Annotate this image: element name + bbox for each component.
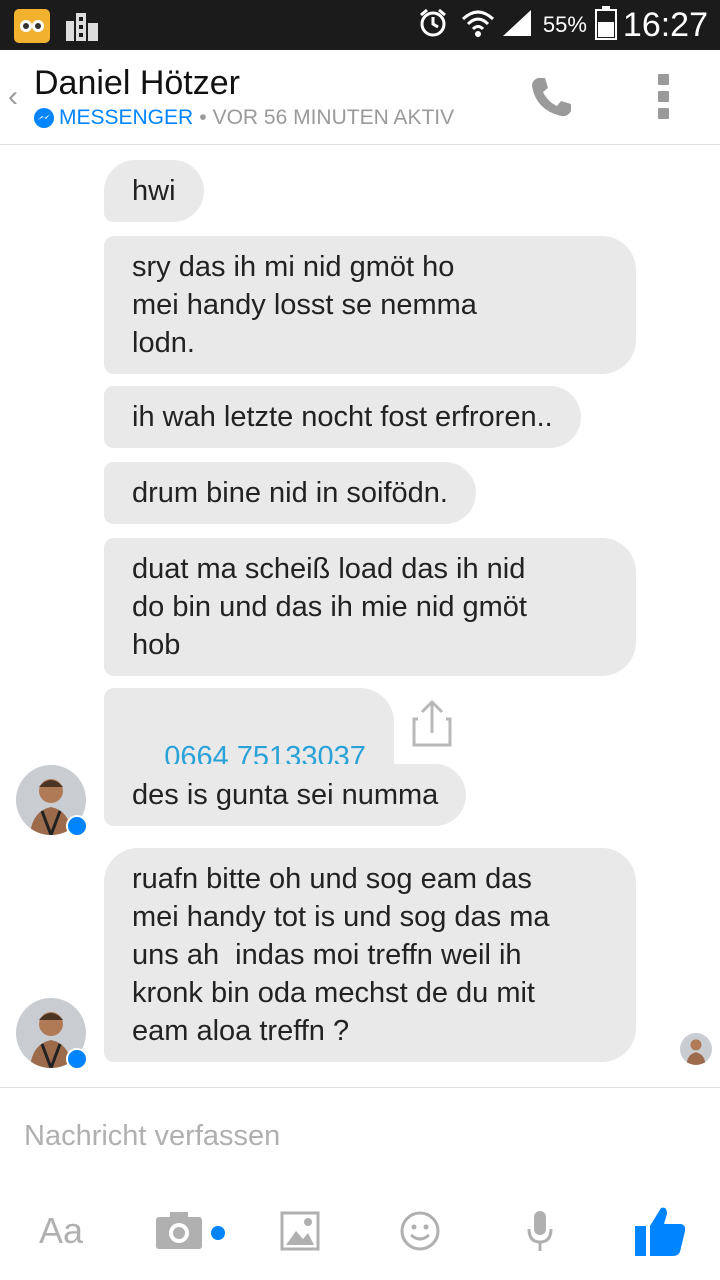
battery-percent: 55%: [542, 12, 587, 37]
status-bar: 55% 16:27: [0, 0, 720, 50]
clock-time: 16:27: [622, 5, 708, 44]
like-icon[interactable]: [630, 1196, 690, 1266]
messenger-badge-icon: [66, 1048, 88, 1070]
message-bubble[interactable]: hwi: [104, 160, 204, 222]
activity-status: VOR 56 MINUTEN AKTIV: [212, 106, 455, 129]
microphone-icon[interactable]: [520, 1196, 560, 1266]
subtitle-separator: •: [199, 106, 207, 129]
messenger-label: MESSENGER: [59, 106, 194, 129]
battery-icon: [594, 5, 617, 45]
conversation-header: ‹ Daniel Hötzer MESSENGER • VOR 56 MINUT…: [0, 50, 720, 145]
message-bubble[interactable]: drum bine nid in soifödn.: [104, 462, 476, 524]
message-bubble[interactable]: duat ma scheiß load das ih nid do bin un…: [104, 538, 636, 676]
share-icon[interactable]: [410, 699, 454, 749]
messenger-badge-icon: [66, 815, 88, 837]
more-vert-icon[interactable]: [656, 74, 670, 122]
back-chevron-icon[interactable]: ‹: [8, 80, 18, 114]
message-bubble[interactable]: ih wah letzte nocht fost erfroren..: [104, 386, 581, 448]
app-notification-icon: [14, 9, 50, 43]
alarm-icon: [417, 7, 449, 44]
message-input[interactable]: Nachricht verfassen: [24, 1120, 280, 1153]
camera-icon[interactable]: [154, 1196, 230, 1266]
contact-name[interactable]: Daniel Hötzer: [34, 64, 240, 103]
emoji-icon[interactable]: [398, 1196, 442, 1266]
message-bubble[interactable]: des is gunta sei numma: [104, 764, 467, 826]
read-receipt-avatar: [680, 1033, 712, 1065]
signal-icon: [501, 8, 533, 43]
building-icon: [64, 9, 100, 43]
message-list: hwi sry das ih mi nid gmöt ho mei handy …: [0, 145, 720, 1087]
image-icon[interactable]: [278, 1196, 322, 1266]
messenger-icon: [34, 108, 54, 128]
wifi-icon: [461, 7, 495, 44]
composer-divider: [0, 1087, 720, 1088]
contact-subtitle: MESSENGER • VOR 56 MINUTEN AKTIV: [34, 106, 454, 130]
message-bubble[interactable]: sry das ih mi nid gmöt ho mei handy loss…: [104, 236, 636, 374]
text-format-button[interactable]: Aa: [36, 1196, 86, 1266]
message-bubble[interactable]: ruafn bitte oh und sog eam das mei handy…: [104, 848, 636, 1062]
phone-icon[interactable]: [528, 74, 574, 120]
composer-toolbar: Aa: [0, 1196, 720, 1266]
